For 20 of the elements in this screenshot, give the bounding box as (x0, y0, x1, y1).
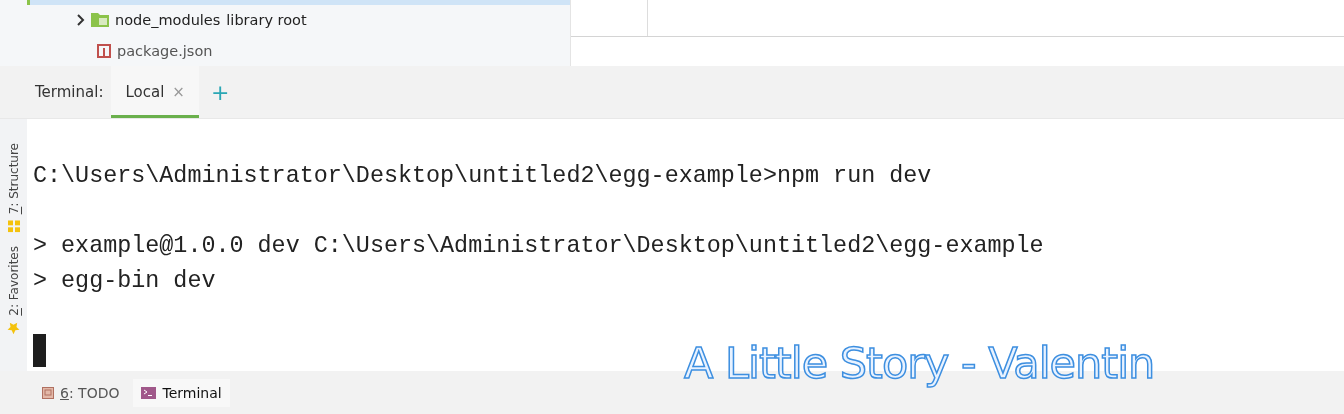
tool-window-button[interactable]: 2: Favorites (6, 246, 21, 336)
tool-window-tab[interactable]: 6: TODO (34, 378, 128, 407)
terminal-line: C:\Users\Administrator\Desktop\untitled2\egg-example>npm run dev (33, 163, 932, 189)
session-tab[interactable]: Local × (111, 66, 199, 118)
todo-icon (42, 386, 54, 399)
structure-icon (7, 220, 20, 233)
tree-item[interactable]: package.json (117, 42, 213, 59)
star-icon (7, 322, 20, 336)
tool-window-button[interactable]: 7: Structure (6, 143, 21, 233)
file-icon (97, 43, 111, 58)
terminal-icon (141, 386, 157, 399)
folder-icon (91, 12, 109, 28)
terminal-label: Terminal: (34, 83, 105, 101)
desktop-lyrics: A Little Story - Valentin (684, 338, 1155, 388)
terminal-line: > egg-bin dev (33, 268, 216, 294)
tree-item[interactable]: node_modules (115, 11, 221, 28)
tree-item-note: library root (226, 11, 307, 28)
chevron-right-icon[interactable] (76, 13, 85, 26)
tool-window-tab[interactable]: Terminal (133, 378, 230, 407)
terminal-line: > example@1.0.0 dev C:\Users\Administrator\Desktop\untitled2\egg-example (33, 233, 1044, 259)
